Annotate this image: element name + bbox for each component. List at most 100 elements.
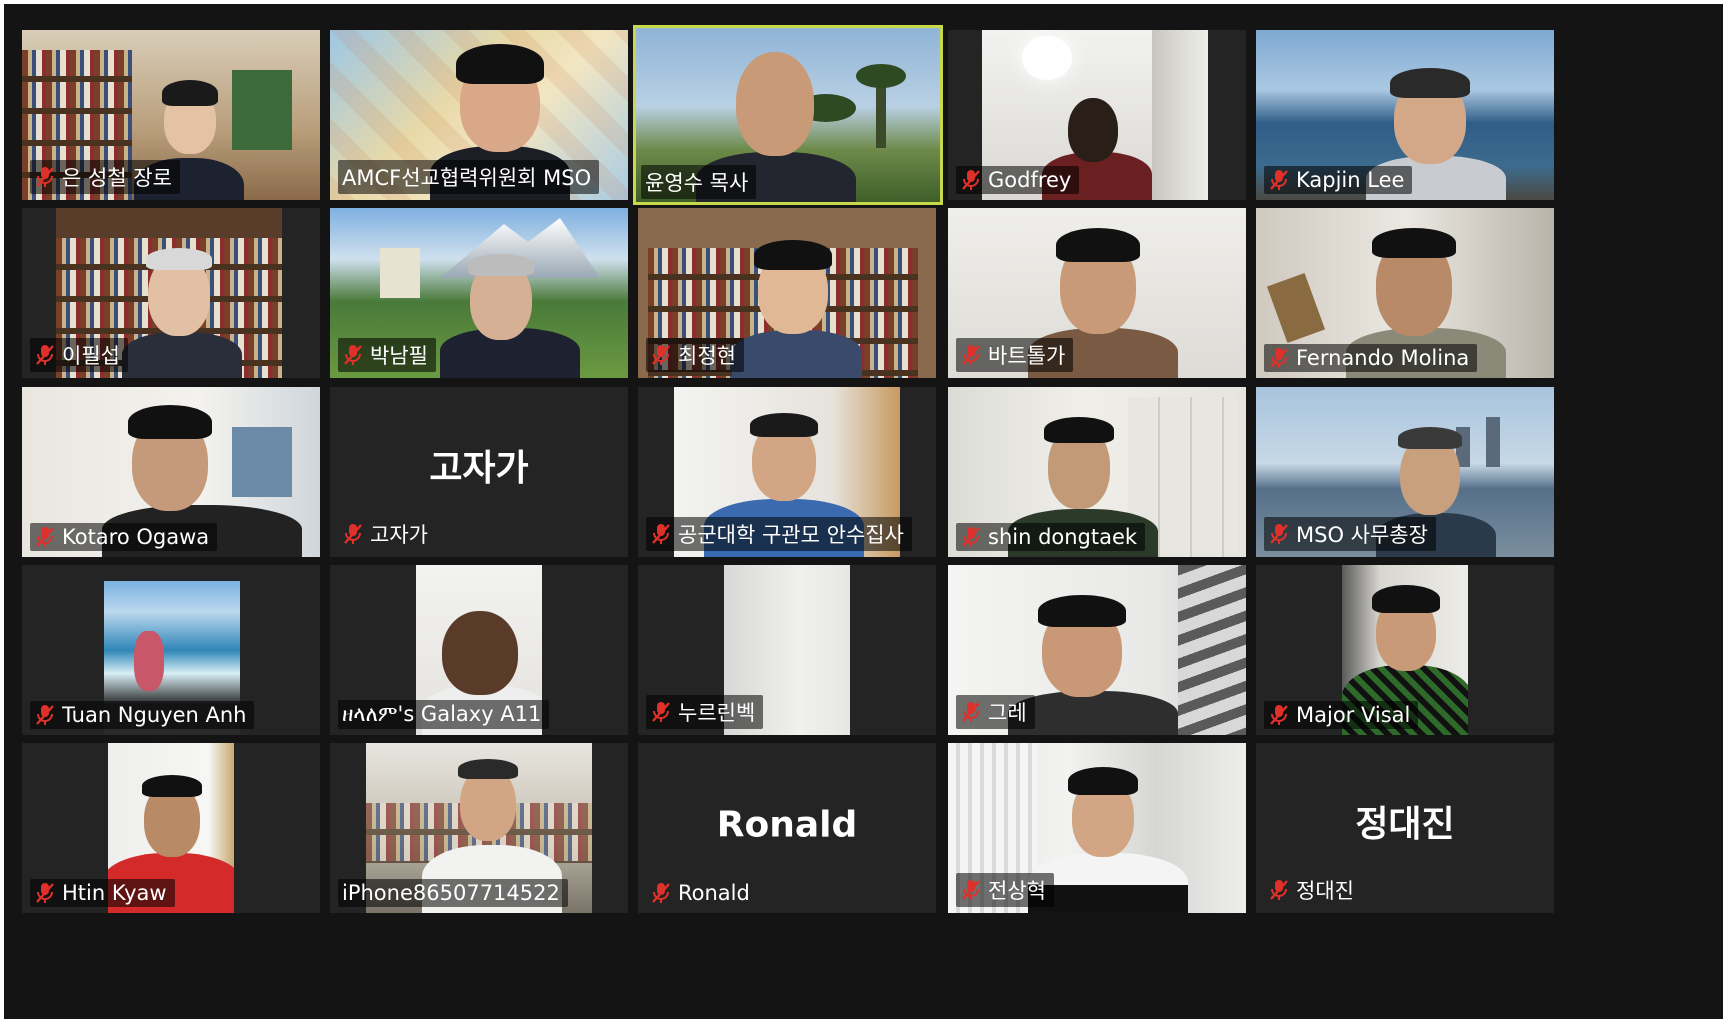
participant-name: 고자가 [370,523,428,547]
participant-name: AMCF선교협력위원회 MSO [342,166,592,190]
participant-name: 공군대학 구관모 안수집사 [678,523,904,547]
participant-label: AMCF선교협력위원회 MSO [338,160,600,194]
participant-tile[interactable]: 누르린벡 [638,565,936,735]
participant-tile[interactable]: Godfrey [948,30,1246,200]
muted-mic-icon [1270,524,1288,544]
participant-label: Htin Kyaw [30,879,175,907]
participant-name: 박남필 [370,344,428,368]
participant-label: 이필섭 [30,338,128,372]
participant-label: iPhone86507714522 [338,879,568,907]
participant-label: 그레 [956,695,1035,729]
muted-mic-icon [36,345,54,365]
muted-mic-icon [1270,705,1288,725]
participant-tile[interactable]: 그레 [948,565,1246,735]
participant-name: 그레 [988,701,1027,725]
participant-tile[interactable]: Tuan Nguyen Anh [22,565,320,735]
participant-tile[interactable]: AMCF선교협력위원회 MSO [330,30,628,200]
participant-name: 최정현 [678,344,736,368]
participant-label: shin dongtaek [956,523,1146,551]
participant-name: iPhone86507714522 [342,881,560,905]
participant-name: Ronald [678,881,750,905]
participant-tile[interactable]: shin dongtaek [948,387,1246,557]
participant-display-name: 정대진 [1355,804,1455,846]
participant-name: 이필섭 [62,344,120,368]
participant-name: Tuan Nguyen Anh [62,703,247,727]
muted-mic-icon [36,883,54,903]
participant-tile[interactable]: Ronald Ronald [638,743,936,913]
participant-label: Major Visal [1264,701,1419,729]
participant-tile[interactable]: 바트톨가 [948,208,1246,378]
participant-name: Godfrey [988,168,1072,192]
muted-mic-icon [1270,880,1288,900]
muted-mic-icon [962,702,980,722]
participant-tile[interactable]: Fernando Molina [1256,208,1554,378]
participant-name: 누르린벡 [678,701,756,725]
participant-tile[interactable]: MSO 사무총장 [1256,387,1554,557]
participant-tile[interactable]: Kotaro Ogawa [22,387,320,557]
participant-name: 바트톨가 [988,344,1066,368]
participant-tile[interactable]: 은 성철 장로 [22,30,320,200]
participant-name: Kapjin Lee [1296,168,1405,192]
participant-name: Fernando Molina [1296,346,1470,370]
participant-label: 누르린벡 [646,695,764,729]
muted-mic-icon [344,524,362,544]
muted-mic-icon [652,524,670,544]
participant-label: ዘላለም's Galaxy A11 [338,700,550,729]
muted-mic-icon [36,167,54,187]
participant-label: 바트톨가 [956,338,1074,372]
participant-label: 은 성철 장로 [30,160,180,194]
muted-mic-icon [962,880,980,900]
muted-mic-icon [652,702,670,722]
participant-label: 윤영수 목사 [641,165,757,199]
participant-name: ዘላለም's Galaxy A11 [342,702,542,726]
muted-mic-icon [962,345,980,365]
participant-label: Godfrey [956,166,1080,194]
participant-tile[interactable]: Htin Kyaw [22,743,320,913]
participant-name: 윤영수 목사 [645,171,749,195]
participant-name: MSO 사무총장 [1296,523,1428,547]
muted-mic-icon [36,527,54,547]
muted-mic-icon [36,705,54,725]
participant-name: 전상혁 [988,879,1046,903]
participant-name: Major Visal [1296,703,1411,727]
participant-label: 고자가 [338,517,436,551]
muted-mic-icon [344,345,362,365]
participant-tile[interactable]: 고자가 고자가 [330,387,628,557]
participant-tile[interactable]: 정대진 정대진 [1256,743,1554,913]
participant-name: Kotaro Ogawa [62,525,210,549]
muted-mic-icon [652,345,670,365]
participant-label: 공군대학 구관모 안수집사 [646,517,912,551]
participant-label: 박남필 [338,338,436,372]
participant-tile[interactable]: ዘላለም's Galaxy A11 [330,565,628,735]
participant-label: Kotaro Ogawa [30,523,218,551]
active-speaker-tile[interactable]: 윤영수 목사 [633,25,943,205]
participant-label: 정대진 [1264,873,1362,907]
participant-tile[interactable]: Kapjin Lee [1256,30,1554,200]
participant-name: 정대진 [1296,879,1354,903]
participant-name: Htin Kyaw [62,881,167,905]
participant-label: Kapjin Lee [1264,166,1413,194]
participant-tile[interactable]: Major Visal [1256,565,1554,735]
participant-name: 은 성철 장로 [62,166,172,190]
participant-tile[interactable]: 최정현 [638,208,936,378]
participant-display-name: Ronald [716,804,858,846]
muted-mic-icon [962,527,980,547]
participant-display-name: 고자가 [429,448,529,490]
participant-name: shin dongtaek [988,525,1138,549]
participant-tile[interactable]: iPhone86507714522 [330,743,628,913]
participant-label: MSO 사무총장 [1264,517,1436,551]
zoom-gallery-view: 은 성철 장로 AMCF선교협력위원회 MSO 윤영수 목사 Godfrey K… [4,4,1723,1019]
participant-tile[interactable]: 공군대학 구관모 안수집사 [638,387,936,557]
participant-tile[interactable]: 이필섭 [22,208,320,378]
muted-mic-icon [1270,348,1288,368]
participant-tile[interactable]: 전상혁 [948,743,1246,913]
muted-mic-icon [1270,170,1288,190]
participant-label: 전상혁 [956,873,1054,907]
muted-mic-icon [652,883,670,903]
participant-label: Ronald [646,879,758,907]
muted-mic-icon [962,170,980,190]
participant-label: 최정현 [646,338,744,372]
participant-label: Fernando Molina [1264,344,1478,372]
participant-tile[interactable]: 박남필 [330,208,628,378]
participant-label: Tuan Nguyen Anh [30,701,255,729]
